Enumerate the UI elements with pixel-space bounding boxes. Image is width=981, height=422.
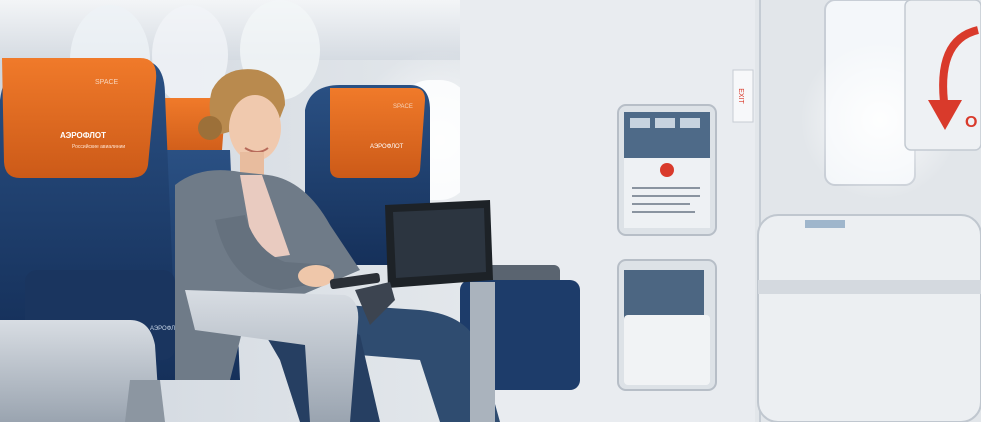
armrest-post <box>470 282 495 422</box>
passenger-hand <box>298 265 334 287</box>
headrest-sub-left: Российские авиалинии <box>72 143 125 150</box>
exit-sign: EXIT <box>737 88 744 104</box>
literature-pocket-upper <box>617 104 717 236</box>
headrest-left <box>2 58 157 178</box>
headrest-right <box>330 88 425 178</box>
seat-front-left: АЭРОФЛОТ Российские авиалинии SPACE АЭРО… <box>0 58 184 422</box>
cabin-ceiling <box>0 0 460 60</box>
galley-cart <box>757 214 981 422</box>
seat-label-right: SPACE <box>393 104 413 110</box>
cabin-illustration: O EXIT АЭРОФЛОТ SPACE АЭРОФЛОТ Российски… <box>0 0 981 422</box>
aircraft-cabin-scene: O EXIT АЭРОФЛОТ SPACE АЭРОФЛОТ Российски… <box>0 0 981 422</box>
sign-letter: O <box>965 114 977 131</box>
headrest-brand-right: АЭРОФЛОТ <box>370 144 404 150</box>
cart-display <box>805 220 845 228</box>
headrest-brand-left: АЭРОФЛОТ <box>60 131 106 140</box>
literature-pocket-lower <box>617 259 717 391</box>
seat-label-left: SPACE <box>95 79 119 86</box>
